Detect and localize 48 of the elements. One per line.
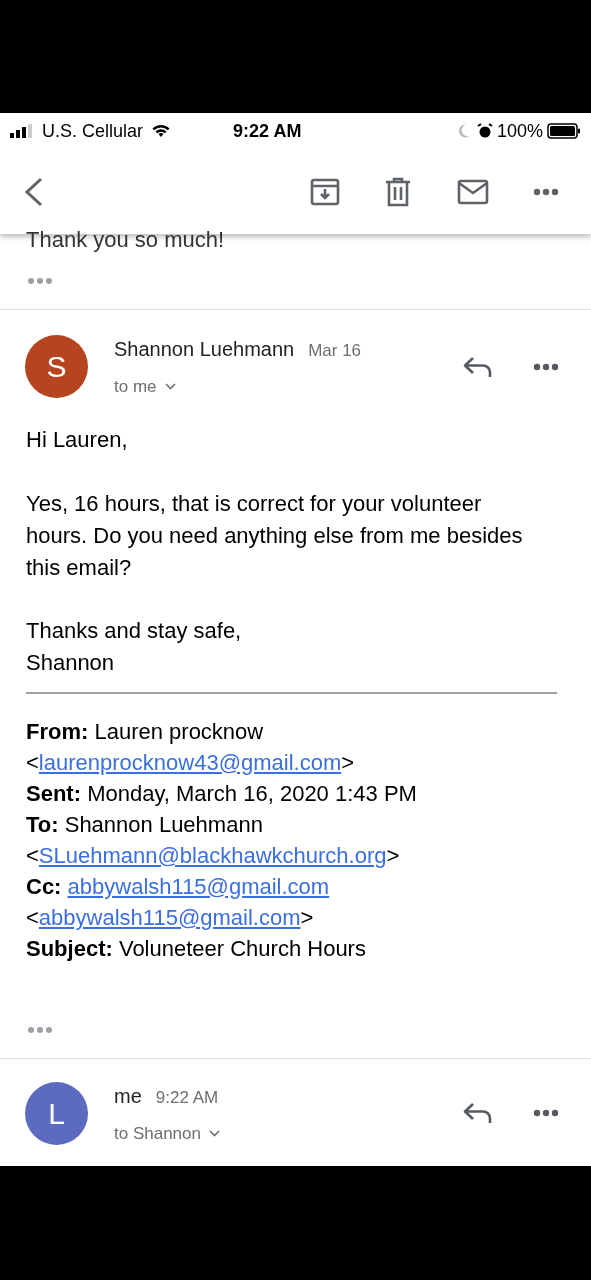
more-icon[interactable] [533, 362, 559, 371]
expand-icon[interactable] [26, 277, 54, 285]
header-field: Cc: abbywalsh115@gmail.com [26, 873, 330, 899]
delete-icon[interactable] [385, 176, 411, 207]
back-icon[interactable] [24, 176, 44, 207]
email-link[interactable]: abbywalsh115@gmail.com [67, 873, 330, 899]
greeting: Hi Lauren, [26, 425, 129, 454]
wifi-icon [151, 124, 172, 138]
bracket: < [26, 749, 39, 775]
chevron-down-icon [164, 383, 176, 391]
reply-icon[interactable] [463, 355, 493, 378]
bracket: < [26, 904, 39, 930]
email-link[interactable]: laurenprocknow43@gmail.com [38, 749, 342, 775]
mail-icon[interactable] [457, 178, 489, 205]
chevron-down-icon [208, 1129, 220, 1137]
carrier-name: U.S. Cellular [42, 119, 144, 143]
clock-time: 9:22 AM [233, 119, 302, 143]
recipients-toggle[interactable]: to me [114, 374, 176, 400]
header-field: Sent: Monday, March 16, 2020 1:43 PM [26, 780, 417, 806]
more-icon[interactable] [533, 1109, 559, 1118]
moon-icon [456, 123, 471, 139]
alarm-icon [476, 123, 493, 139]
battery-percent: 100% [496, 119, 543, 143]
bracket: < [26, 842, 39, 868]
signal-icon [10, 124, 34, 138]
bracket: > [341, 749, 355, 775]
email-link[interactable]: SLuehmann@blackhawkchurch.org [38, 842, 387, 868]
message-date: 9:22 AM [155, 1086, 219, 1109]
email-link[interactable]: abbywalsh115@gmail.com [38, 904, 301, 930]
avatar: L [25, 1081, 88, 1145]
expand-icon[interactable] [26, 1025, 54, 1034]
archive-icon[interactable] [310, 177, 340, 206]
battery-icon [547, 123, 581, 139]
message-body: Yes, 16 hours, that is correct for your volunteer hours. Do you need anything else from me besides this email? [26, 489, 524, 582]
header-field: To: Shannon Luehmann [26, 811, 263, 837]
sender-name: Shannon Luehmann [114, 337, 295, 362]
bracket: > [386, 842, 400, 868]
signature: Shannon [26, 648, 116, 677]
closing: Thanks and stay safe, [26, 616, 243, 645]
bracket: > [300, 904, 314, 930]
more-icon[interactable] [533, 187, 559, 196]
avatar: S [25, 335, 88, 399]
sender-name: me [114, 1083, 142, 1109]
recipients-toggle[interactable]: to Shannon [114, 1120, 220, 1146]
header-field: Subject: Voluneteer Church Hours [26, 935, 366, 961]
message-date: Mar 16 [308, 340, 362, 362]
header-field: From: Lauren procknow [26, 718, 264, 744]
reply-icon[interactable] [463, 1102, 493, 1125]
